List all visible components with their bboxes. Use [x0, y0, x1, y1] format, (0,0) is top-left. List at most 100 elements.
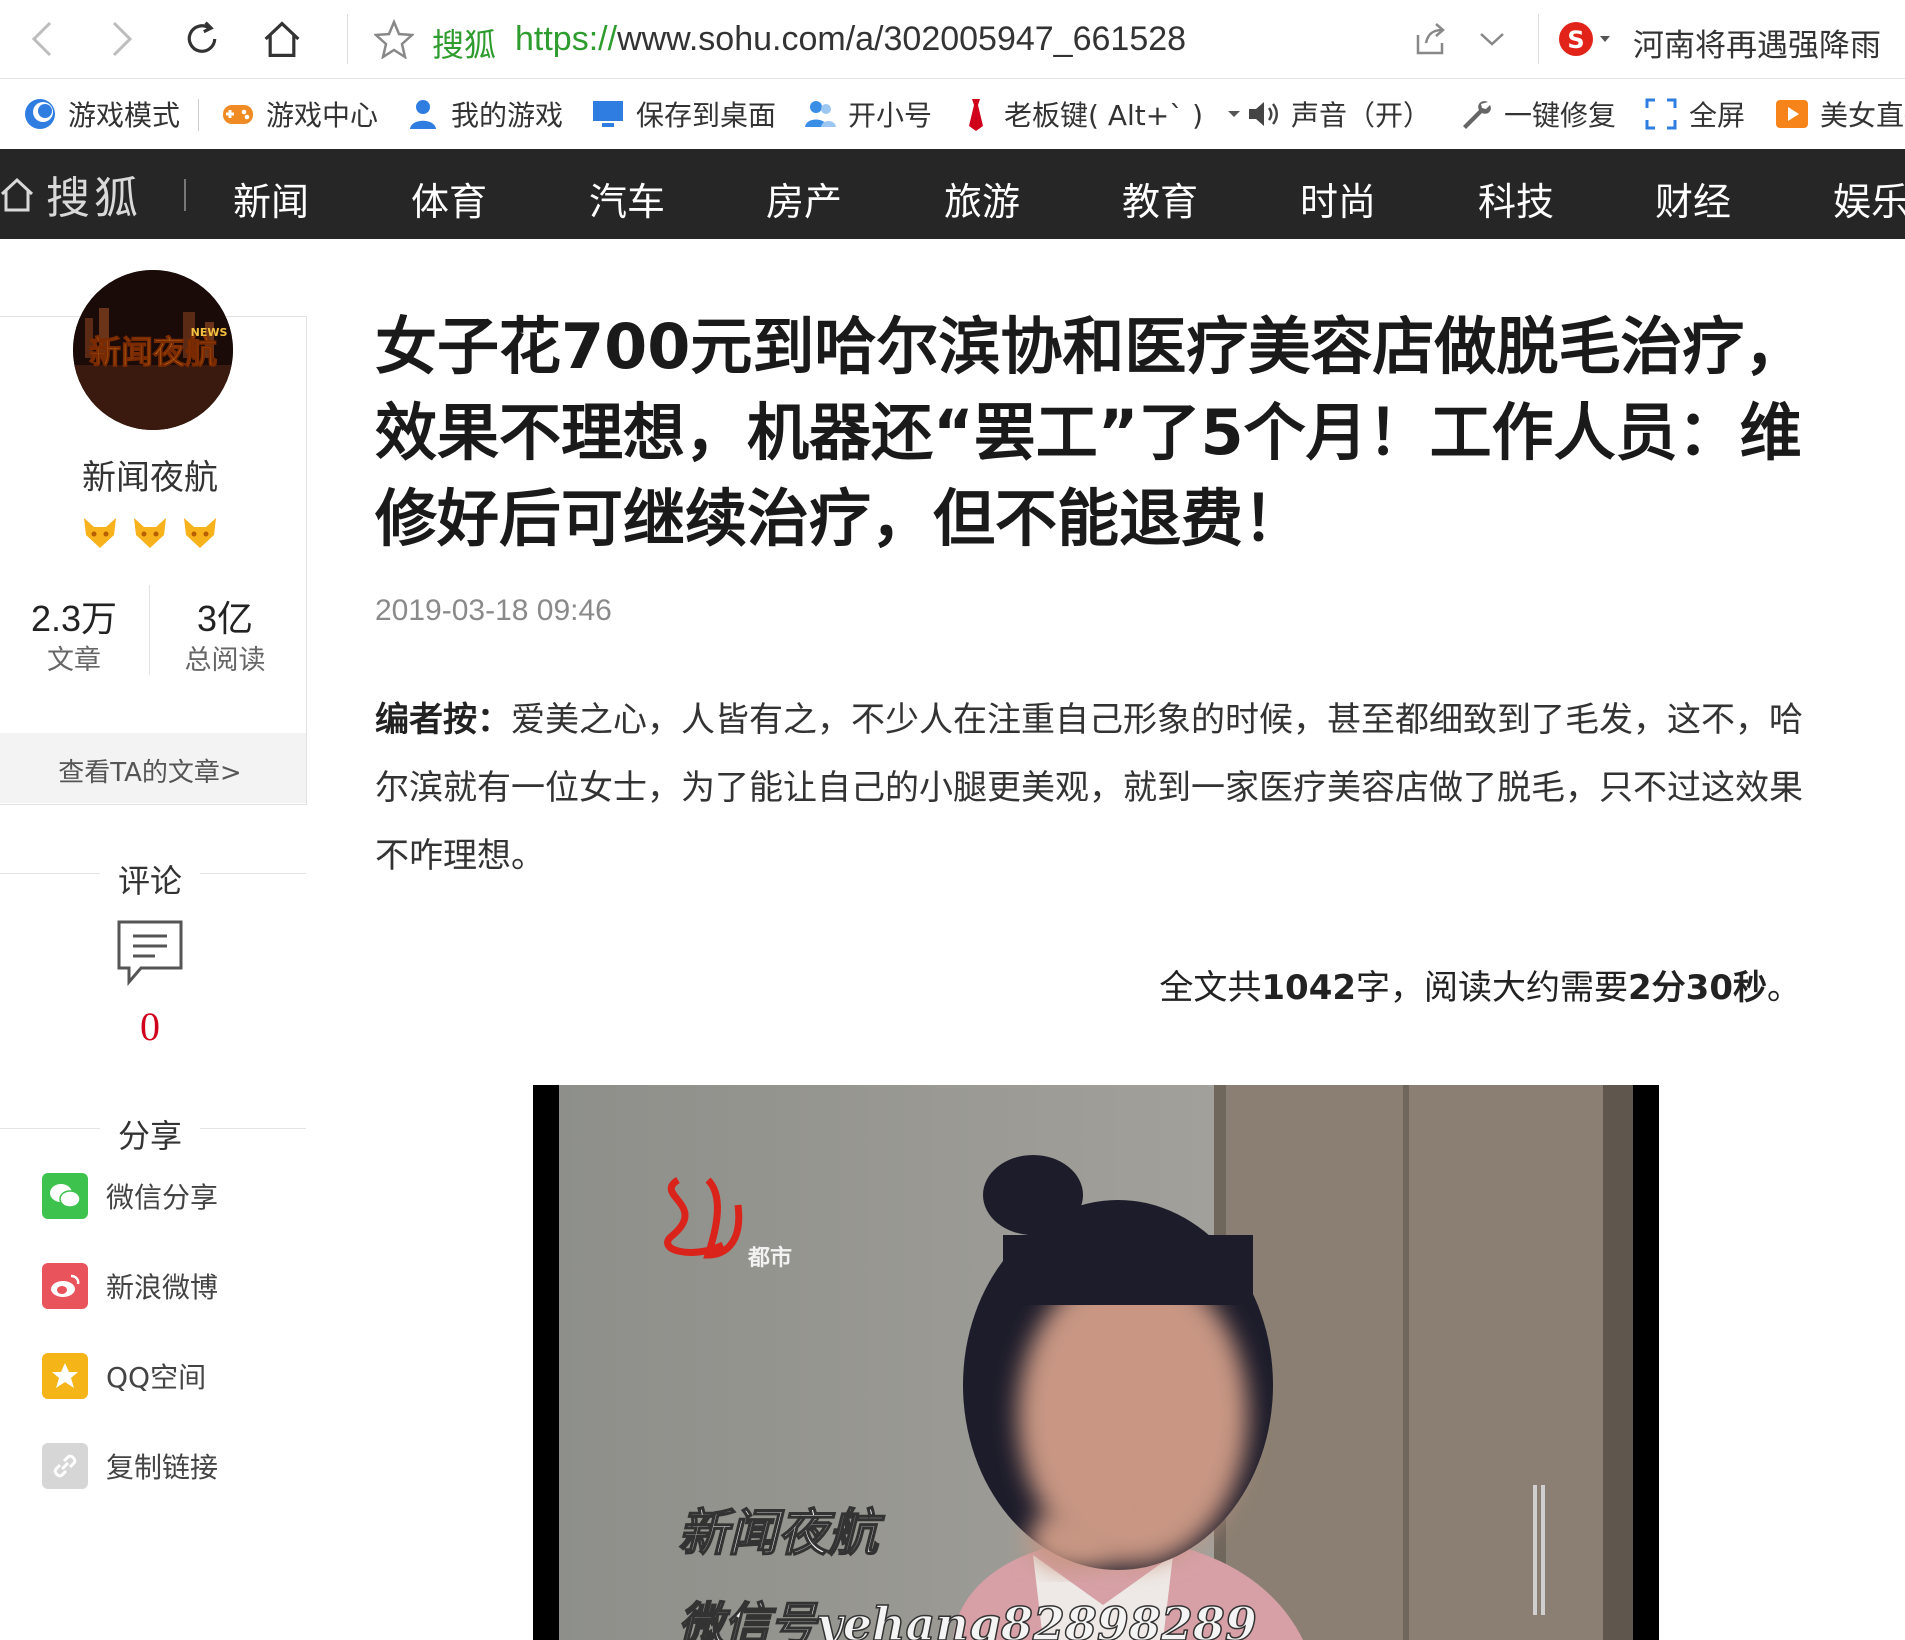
speaker-icon	[1249, 102, 1278, 126]
live-icon	[1776, 100, 1808, 128]
author-name[interactable]: 新闻夜航	[0, 450, 300, 499]
weibo-icon	[42, 1263, 88, 1309]
reading-time: 2分30秒	[1628, 968, 1767, 1008]
bookmark-label: 游戏中心	[266, 99, 379, 132]
desktop-icon	[593, 101, 623, 127]
section-divider	[200, 873, 306, 874]
share-label: 复制链接	[106, 1451, 219, 1484]
nav-item-education[interactable]: 教育	[1122, 171, 1198, 226]
home-button[interactable]	[262, 14, 302, 64]
bookmark-live-stream[interactable]: 美女直播	[1774, 93, 1905, 135]
bookmark-star-button[interactable]	[374, 14, 414, 64]
share-weibo[interactable]: 新浪微博	[42, 1263, 218, 1309]
fox-badge-icon	[184, 518, 216, 548]
bookmark-save-desktop[interactable]: 保存到桌面	[590, 93, 776, 135]
dropdown-button[interactable]	[1472, 14, 1512, 64]
forward-button[interactable]	[102, 14, 142, 64]
chevron-down-icon	[1480, 33, 1504, 46]
share-qzone[interactable]: QQ空间	[42, 1353, 206, 1399]
word-count: 1042	[1261, 968, 1357, 1008]
editor-note: 编者按：爱美之心，人皆有之，不少人在注重自己形象的时候，甚至都细致到了毛发，这不…	[375, 686, 1835, 890]
bookmark-alt-account[interactable]: 开小号	[802, 93, 932, 135]
url-field[interactable]: https://www.sohu.com/a/302005947_661528	[515, 20, 1186, 59]
bookmark-label: 声音（开）	[1291, 99, 1432, 132]
reload-icon	[187, 21, 217, 53]
watermark-wechat: 微信号yehang82898289	[678, 1597, 1257, 1640]
share-wechat[interactable]: 微信分享	[42, 1173, 218, 1219]
author-avatar[interactable]: 新闻夜航 NEWS	[73, 270, 233, 430]
search-engine-button[interactable]: S	[1556, 14, 1614, 64]
reads-label: 总阅读	[184, 645, 266, 676]
bookmark-label: 游戏模式	[68, 99, 181, 132]
share-page-button[interactable]	[1410, 14, 1450, 64]
share-label: 新浪微博	[106, 1271, 219, 1304]
comment-icon[interactable]	[115, 918, 185, 986]
nav-item-tech[interactable]: 科技	[1478, 171, 1554, 226]
nav-item-auto[interactable]: 汽车	[589, 171, 665, 226]
reload-button[interactable]	[182, 14, 222, 64]
reads-count: 3亿	[196, 598, 254, 639]
editor-note-label: 编者按：	[375, 700, 511, 740]
chevron-right-icon	[112, 21, 133, 57]
site-navigation-bar: 搜狐 新闻 体育 汽车 房产 旅游 教育 时尚 科技 财经 娱乐	[0, 149, 1905, 239]
article-video[interactable]: 都市 新闻夜航 微信号yehang82898289	[533, 1085, 1659, 1640]
nav-item-finance[interactable]: 财经	[1655, 171, 1731, 226]
link-icon	[42, 1443, 88, 1489]
nav-item-travel[interactable]: 旅游	[944, 171, 1020, 226]
url-scheme: https://	[515, 20, 618, 58]
video-still-image: 都市 新闻夜航 微信号yehang82898289	[533, 1085, 1659, 1640]
view-author-articles-link[interactable]: 查看TA的文章>	[0, 752, 300, 789]
share-label: 微信分享	[106, 1181, 219, 1214]
article-date: 2019-03-18 09:46	[375, 594, 612, 627]
nav-item-news[interactable]: 新闻	[233, 171, 309, 226]
news-night-logo-image: 新闻夜航 NEWS	[73, 270, 233, 430]
articles-label: 文章	[47, 645, 101, 676]
home-icon	[264, 21, 300, 57]
nav-divider	[184, 179, 186, 211]
fox-badge-icon	[134, 518, 166, 548]
nav-item-entertainment[interactable]: 娱乐	[1833, 171, 1905, 226]
hot-news-link[interactable]: 河南将再遇强降雨	[1633, 20, 1881, 65]
bookmark-boss-key[interactable]: 老板键( Alt+` )	[958, 93, 1243, 135]
logo-text: 搜狐	[46, 173, 142, 224]
fullscreen-icon	[1645, 98, 1677, 130]
bookmark-game-center[interactable]: 游戏中心	[220, 93, 378, 135]
section-divider	[200, 1128, 306, 1129]
game-mode-icon	[25, 99, 55, 129]
bookmark-label: 我的游戏	[451, 99, 564, 132]
section-divider	[0, 1128, 100, 1129]
nav-item-house[interactable]: 房产	[766, 171, 842, 226]
nav-item-sports[interactable]: 体育	[411, 171, 487, 226]
nav-item-fashion[interactable]: 时尚	[1300, 171, 1376, 226]
gamepad-icon	[223, 105, 253, 124]
bookmark-game-mode[interactable]: 游戏模式	[22, 93, 180, 135]
share-label: QQ空间	[106, 1361, 207, 1394]
bookmark-my-games[interactable]: 我的游戏	[405, 93, 563, 135]
bookmarks-bar: 游戏模式 游戏中心 我的游戏 保存到桌面 开小号 老板键( Alt+` ) 声音…	[0, 79, 1905, 150]
bookmark-sound[interactable]: 声音（开）	[1245, 93, 1431, 135]
fox-badge-icon	[84, 518, 116, 548]
bookmark-one-click-fix[interactable]: 一键修复	[1458, 93, 1616, 135]
station-logo-text: 都市	[747, 1245, 792, 1271]
qzone-icon	[42, 1353, 88, 1399]
url-path: www.sohu.com/a/302005947_661528	[617, 20, 1187, 58]
section-divider	[0, 873, 100, 874]
reading-suffix: 。	[1767, 968, 1801, 1008]
back-button[interactable]	[22, 14, 62, 64]
wrench-icon	[1463, 101, 1491, 129]
sogou-logo-icon: S	[1559, 22, 1610, 56]
reading-info: 全文共1042字，阅读大约需要2分30秒。	[1159, 960, 1801, 1009]
caret-down-icon	[1228, 111, 1241, 117]
share-copy-link[interactable]: 复制链接	[42, 1443, 218, 1489]
chevron-left-icon	[31, 21, 52, 57]
reading-prefix: 全文共	[1159, 968, 1262, 1008]
reading-mid: 字，阅读大约需要	[1356, 968, 1629, 1008]
sohu-logo[interactable]: 搜狐	[0, 169, 142, 224]
star-outline-icon	[374, 19, 414, 59]
comment-count[interactable]: 0	[0, 1003, 300, 1050]
avatar-badge: NEWS	[191, 326, 228, 339]
site-name-label: 搜狐	[432, 26, 497, 64]
bookmark-fullscreen[interactable]: 全屏	[1643, 93, 1745, 135]
articles-count: 2.3万	[30, 598, 118, 639]
toolbar-divider	[347, 14, 348, 64]
